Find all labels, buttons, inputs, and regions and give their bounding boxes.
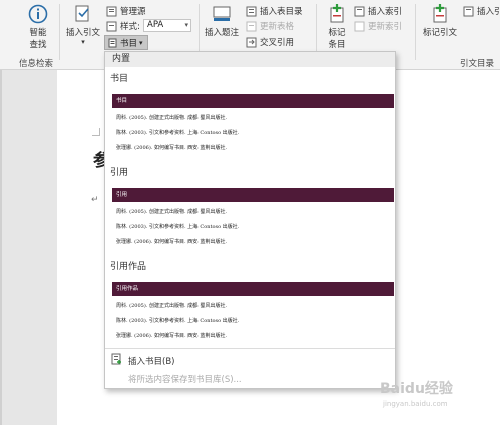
update-index-button[interactable]: 更新索引 <box>354 20 402 32</box>
insert-caption-button[interactable]: 插入题注 <box>203 4 241 38</box>
paragraph-mark-icon: ↵ <box>91 195 99 205</box>
bibliography-label: 书目 <box>120 38 138 49</box>
watermark-url: jingyan.baidu.com <box>383 400 448 408</box>
margin-corner-mark <box>92 128 100 136</box>
insert-index-button[interactable]: 插入索引 <box>354 5 402 17</box>
menu-divider <box>105 348 395 349</box>
style-label: 样式: <box>120 22 140 32</box>
insert-toa-label: 插入引 <box>477 7 500 17</box>
chevron-down-icon: ▾ <box>184 21 188 29</box>
style-icon <box>106 21 117 31</box>
reference-entry: 陈林. (2003). 引文和参考资料. 上海: Contoso 出版社. <box>116 130 240 136</box>
insert-toa-icon <box>463 6 474 16</box>
insert-bibliography-label: 插入书目(B) <box>128 357 175 367</box>
mark-entry-icon <box>330 4 344 23</box>
gallery-item-label: 书目 <box>110 74 129 84</box>
reference-entry: 张瑾娜. (2006). 如何编写书目. 西安: 蓝荆出版社. <box>116 145 228 151</box>
mark-citation-label: 标记引文 <box>422 28 457 38</box>
bibliography-icon <box>108 38 117 47</box>
table-of-figures-icon <box>246 6 257 16</box>
insert-index-icon <box>354 6 365 16</box>
smart-lookup-label-2: 查找 <box>29 40 47 50</box>
watermark-logo: Baidu经验 <box>380 381 453 397</box>
update-index-label: 更新索引 <box>368 22 403 32</box>
cross-reference-button[interactable]: 交叉引用 <box>246 36 294 48</box>
chevron-down-icon: ▾ <box>139 38 143 47</box>
insert-citation-icon <box>75 5 89 22</box>
vertical-ruler <box>0 70 2 425</box>
style-value: APA <box>147 20 164 30</box>
reference-entry: 周科. (2005). 创建正式出版物. 成都: 蜀风出版社. <box>116 303 228 309</box>
update-table-button[interactable]: 更新表格 <box>246 20 294 32</box>
citation-style-select[interactable]: APA ▾ <box>143 19 191 32</box>
update-index-icon <box>354 21 365 31</box>
style-label-wrap: 样式: <box>106 20 140 32</box>
save-selection-label: 将所选内容保存到书目库(S)... <box>128 375 242 385</box>
group-divider <box>415 4 416 60</box>
group-divider <box>59 4 60 60</box>
reference-entry: 周科. (2005). 创建正式出版物. 成都: 蜀风出版社. <box>116 209 228 215</box>
gallery-band: 书目 <box>112 94 394 108</box>
insert-citation-label: 插入引文 <box>65 28 100 38</box>
insert-caption-icon <box>213 6 231 21</box>
mark-entry-button[interactable]: 标记 条目 <box>322 4 352 50</box>
mark-citation-button[interactable]: 标记引文 <box>420 4 460 38</box>
builtin-header: 内置 <box>105 52 395 67</box>
insert-index-label: 插入索引 <box>368 7 403 17</box>
mark-entry-label-2: 条目 <box>328 40 346 50</box>
gallery-band: 引用 <box>112 188 394 202</box>
gallery-band: 引用作品 <box>112 282 394 296</box>
update-table-label: 更新表格 <box>260 22 295 32</box>
manage-sources-label: 管理源 <box>120 7 146 17</box>
reference-entry: 陈林. (2003). 引文和参考资料. 上海: Contoso 出版社. <box>116 224 240 230</box>
insert-citation-button[interactable]: 插入引文 ▾ <box>63 4 103 46</box>
insert-caption-label: 插入题注 <box>204 28 239 38</box>
research-group-label: 信息检索 <box>19 59 54 69</box>
insert-toa-button[interactable]: 插入引 <box>463 5 500 17</box>
update-table-icon <box>246 21 257 31</box>
chevron-down-icon: ▾ <box>81 38 85 46</box>
cross-reference-label: 交叉引用 <box>260 38 295 48</box>
insert-bibliography-icon <box>111 353 121 365</box>
manage-sources-button[interactable]: 管理源 <box>106 5 146 17</box>
smart-lookup-button[interactable]: 智能 查找 <box>24 4 52 50</box>
reference-entry: 陈林. (2003). 引文和参考资料. 上海: Contoso 出版社. <box>116 318 240 324</box>
smart-lookup-label-1: 智能 <box>29 28 47 38</box>
bibliography-button[interactable]: 书目 ▾ <box>104 35 148 50</box>
cross-reference-icon <box>246 37 257 47</box>
reference-entry: 张瑾娜. (2006). 如何编写书目. 西安: 蓝荆出版社. <box>116 333 228 339</box>
lightbulb-info-icon <box>28 4 48 24</box>
gallery-item-label: 引用作品 <box>110 262 147 272</box>
reference-entry: 周科. (2005). 创建正式出版物. 成都: 蜀风出版社. <box>116 115 228 121</box>
mark-entry-label-1: 标记 <box>328 28 346 38</box>
gallery-item-label: 引用 <box>110 168 129 178</box>
insert-table-of-figures-label: 插入表目录 <box>260 7 303 17</box>
toa-group-label: 引文目录 <box>460 59 495 69</box>
bibliography-dropdown: 内置 书目 书目 周科. (2005). 创建正式出版物. 成都: 蜀风出版社.… <box>104 51 396 389</box>
insert-table-of-figures-button[interactable]: 插入表目录 <box>246 5 303 17</box>
mark-citation-icon <box>433 4 447 23</box>
reference-entry: 张瑾娜. (2006). 如何编写书目. 西安: 蓝荆出版社. <box>116 239 228 245</box>
manage-sources-icon <box>106 6 117 16</box>
